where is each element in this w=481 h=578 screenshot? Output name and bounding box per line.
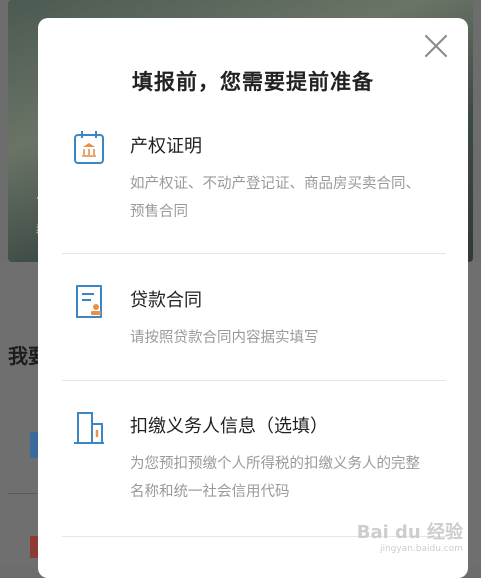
divider <box>62 380 446 381</box>
item-description: 请按照贷款合同内容据实填写 <box>130 330 319 346</box>
item-description: 如产权证、不动产登记证、商品房买卖合同、预售合同 <box>130 176 420 220</box>
building-icon <box>74 412 104 444</box>
close-icon[interactable] <box>424 34 448 58</box>
item-title: 贷款合同 <box>130 290 202 311</box>
item-title: 产权证明 <box>130 136 202 157</box>
baidu-watermark: Bai du 经验 jingyan.baidu.com <box>357 518 463 554</box>
modal-title: 填报前，您需要提前准备 <box>132 70 374 94</box>
item-description: 为您预扣预缴个人所得税的扣缴义务人的完整名称和统一社会信用代码 <box>130 456 420 500</box>
item-title: 扣缴义务人信息（选填） <box>130 416 328 437</box>
preparation-modal: 填报前，您需要提前准备 产权证明 如产权证、不动产登记证、商品房买卖合同、预售合… <box>38 18 468 578</box>
watermark-url: jingyan.baidu.com <box>379 544 463 554</box>
loan-contract-icon <box>76 285 102 318</box>
watermark-text: Bai du 经验 <box>356 522 463 543</box>
divider <box>62 253 446 254</box>
property-certificate-icon <box>74 131 104 164</box>
